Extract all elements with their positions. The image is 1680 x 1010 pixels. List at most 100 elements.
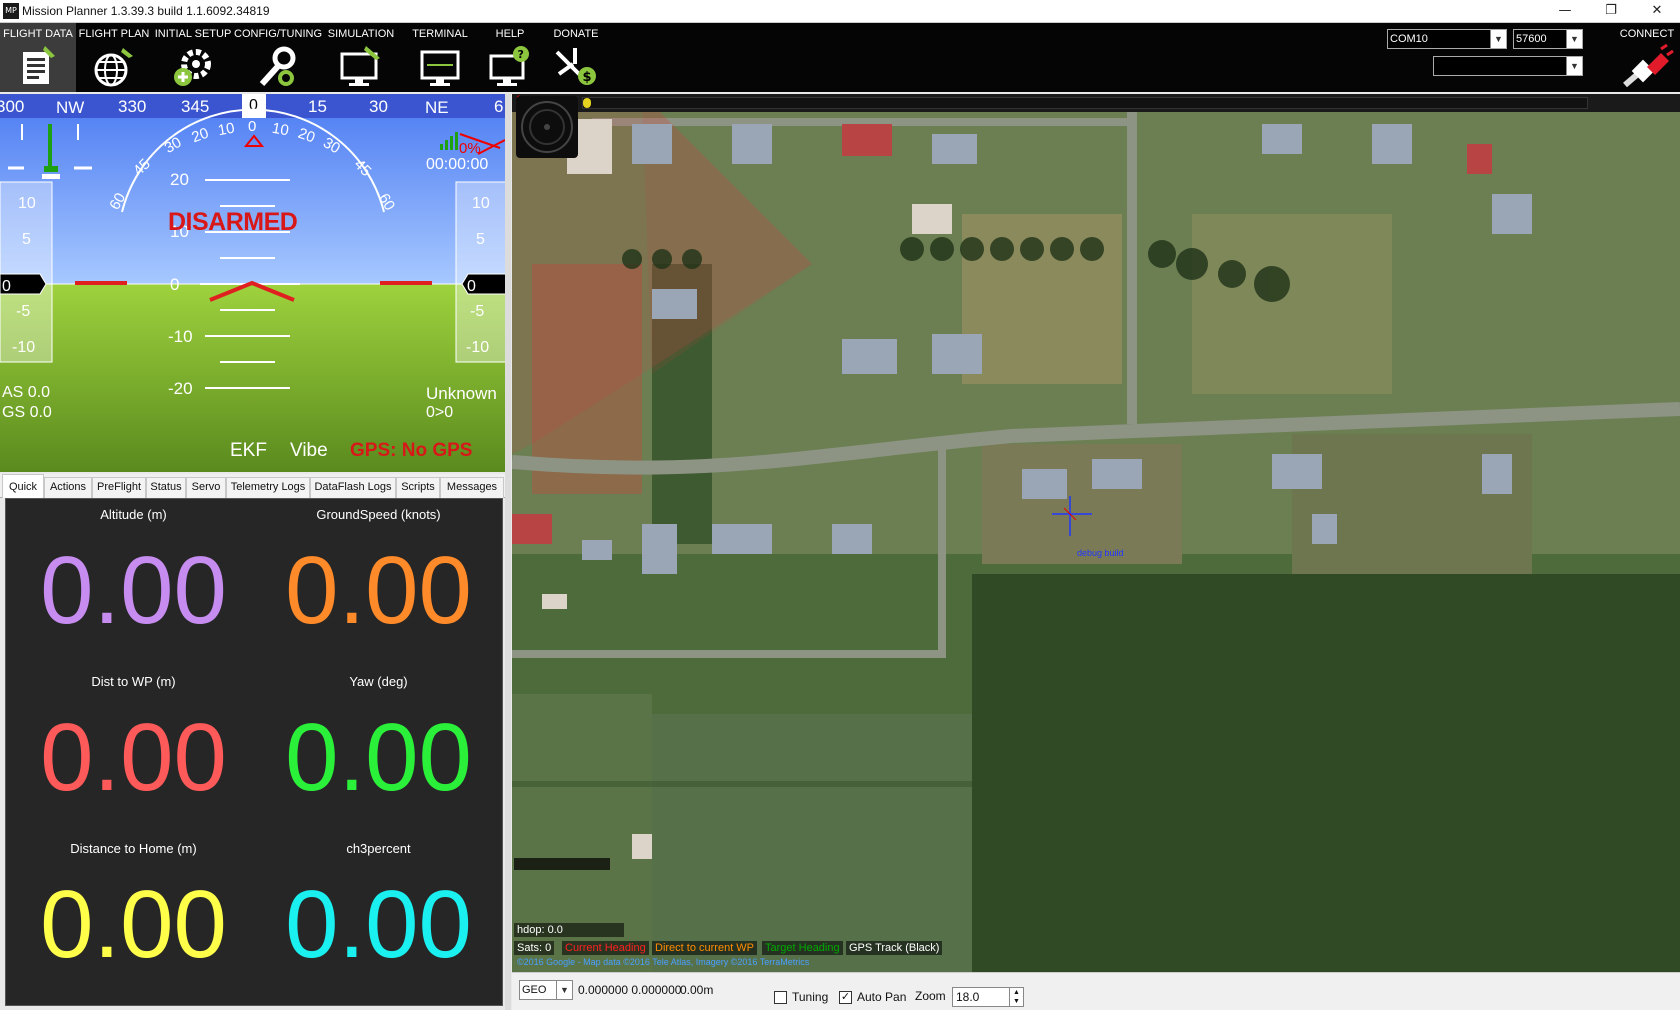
heading-tick: 300 — [0, 97, 24, 116]
roll-tick: 10 — [217, 120, 236, 140]
chevron-down-icon: ▼ — [556, 981, 572, 999]
app-logo-icon: MP — [3, 3, 19, 19]
autopan-checkbox[interactable]: ✓ — [839, 991, 852, 1004]
menu-label: FLIGHT PLAN — [78, 28, 150, 40]
map-view[interactable]: 0 debug build hdop: 0.0 Sats: 0 Current … — [512, 94, 1680, 972]
pitch-tick: 0 — [170, 275, 179, 294]
airspeed-readout: AS 0.0 — [2, 384, 51, 401]
tuning-label: Tuning — [792, 990, 829, 1004]
hud-artificial-horizon[interactable]: 300 NW 330 345 15 30 NE 6 0 60 45 30 20 … — [0, 94, 508, 472]
menu-help[interactable]: HELP ? — [478, 23, 542, 92]
donate-plane-icon: $ — [555, 48, 596, 85]
speed-tick: -10 — [12, 339, 35, 356]
quick-cell-distance-home[interactable]: Distance to Home (m) 0.00 — [11, 833, 256, 1000]
coord-system-value: GEO — [522, 984, 547, 996]
quick-cell-dist-to-wp[interactable]: Dist to WP (m) 0.00 — [11, 666, 256, 833]
mission-progress-bar — [582, 97, 1588, 109]
menu-flight-data[interactable]: FLIGHT DATA — [0, 23, 76, 92]
quick-cell-altitude[interactable]: Altitude (m) 0.00 — [11, 499, 256, 666]
legend-gps-track: GPS Track (Black) — [846, 941, 943, 955]
tab-messages[interactable]: Messages — [440, 477, 504, 498]
menu-terminal[interactable]: TERMINAL — [402, 23, 478, 92]
quick-cell-yaw[interactable]: Yaw (deg) 0.00 — [256, 666, 501, 833]
restore-button[interactable]: ❐ — [1588, 0, 1634, 23]
simulation-monitor-icon — [340, 46, 380, 86]
menu-donate[interactable]: DONATE $ — [542, 23, 610, 92]
menu-label: SIMULATION — [327, 28, 395, 40]
quick-value: 0.00 — [285, 704, 472, 811]
tab-actions[interactable]: Actions — [44, 477, 92, 498]
waypoint-readout: 0>0 — [426, 404, 454, 421]
speed-box-value: 0 — [2, 278, 11, 295]
heading-tick: NW — [56, 98, 84, 117]
tab-servo[interactable]: Servo — [186, 477, 226, 498]
quick-label: ch3percent — [346, 841, 411, 856]
quick-value: 0.00 — [285, 537, 472, 644]
panel-splitter[interactable] — [505, 94, 511, 1010]
roll-tick: 0 — [248, 118, 256, 135]
menu-label: FLIGHT DATA — [3, 28, 73, 40]
globe-icon — [94, 48, 133, 87]
tab-dataflash-logs[interactable]: DataFlash Logs — [310, 477, 396, 498]
quick-label: Dist to WP (m) — [91, 674, 176, 689]
speed-tick: -5 — [16, 303, 30, 320]
alt-readout: 0.00m — [680, 983, 714, 997]
menu-label: TERMINAL — [412, 28, 468, 40]
help-icon: ? — [489, 46, 529, 86]
menu-config-tuning[interactable]: CONFIG/TUNING — [234, 23, 322, 92]
quick-label: Altitude (m) — [100, 507, 167, 522]
flight-data-tabs: Quick Actions PreFlight Status Servo Tel… — [0, 474, 508, 498]
window-title: Mission Planner 1.3.39.3 build 1.1.6092.… — [22, 4, 270, 18]
alt-tick: 10 — [472, 195, 490, 212]
heading-tick: 6 — [494, 97, 503, 116]
tab-status[interactable]: Status — [146, 477, 186, 498]
terminal-icon — [420, 50, 460, 86]
quick-cell-ch3percent[interactable]: ch3percent 0.00 — [256, 833, 501, 1000]
quick-cell-groundspeed[interactable]: GroundSpeed (knots) 0.00 — [256, 499, 501, 666]
pitch-tick: -10 — [168, 327, 193, 346]
tab-quick[interactable]: Quick — [2, 474, 44, 498]
heading-tick: 30 — [369, 97, 388, 116]
chevron-down-icon: ▼ — [1566, 30, 1582, 48]
menu-label: HELP — [495, 28, 525, 40]
heading-tick: 345 — [181, 97, 209, 116]
tuning-checkbox[interactable] — [774, 991, 787, 1004]
svg-text:$: $ — [583, 70, 592, 85]
menu-label: DONATE — [553, 28, 599, 40]
svg-text:?: ? — [518, 48, 524, 61]
quick-value: 0.00 — [40, 871, 227, 978]
close-button[interactable]: ✕ — [1634, 0, 1680, 23]
vehicle-crosshair-icon[interactable] — [1052, 496, 1092, 536]
coord-system-select[interactable]: GEO ▼ — [519, 980, 573, 1000]
menu-simulation[interactable]: SIMULATION — [320, 23, 402, 92]
ekf-status[interactable]: EKF — [230, 440, 267, 462]
menu-label: CONFIG/TUNING — [234, 28, 322, 40]
alt-tick: 5 — [476, 231, 485, 248]
debug-build-label: debug build — [1077, 548, 1124, 558]
connect-button[interactable]: CONNECT — [1614, 23, 1680, 92]
zoom-input[interactable]: 18.0 ▲ ▼ — [952, 987, 1024, 1007]
gps-status: GPS: No GPS — [350, 440, 473, 461]
compass-widget — [516, 96, 578, 158]
tab-scripts[interactable]: Scripts — [396, 477, 440, 498]
quick-value: 0.00 — [40, 537, 227, 644]
minimize-button[interactable]: — — [1542, 0, 1588, 23]
tab-telemetry-logs[interactable]: Telemetry Logs — [226, 477, 310, 498]
tab-preflight[interactable]: PreFlight — [92, 477, 146, 498]
flight-timer: 00:00:00 — [426, 156, 489, 173]
legend-target-heading: Target Heading — [762, 941, 843, 955]
heading-current: 0 — [249, 97, 258, 114]
satellite-imagery — [512, 94, 1680, 972]
alt-tick: -10 — [466, 339, 489, 356]
alt-box-value: 0 — [467, 278, 476, 295]
heading-tick: 330 — [118, 97, 146, 116]
port-select[interactable]: COM10 ▼ — [1387, 29, 1507, 49]
menu-initial-setup[interactable]: INITIAL SETUP — [152, 23, 234, 92]
roll-tick: 10 — [271, 120, 290, 140]
link-select[interactable]: ▼ — [1433, 56, 1583, 76]
vibe-status[interactable]: Vibe — [290, 440, 328, 462]
baud-select[interactable]: 57600 ▼ — [1513, 29, 1583, 49]
zoom-spinner-icon[interactable]: ▲ ▼ — [1009, 988, 1023, 1006]
menu-flight-plan[interactable]: FLIGHT PLAN — [76, 23, 152, 92]
quick-value: 0.00 — [40, 704, 227, 811]
